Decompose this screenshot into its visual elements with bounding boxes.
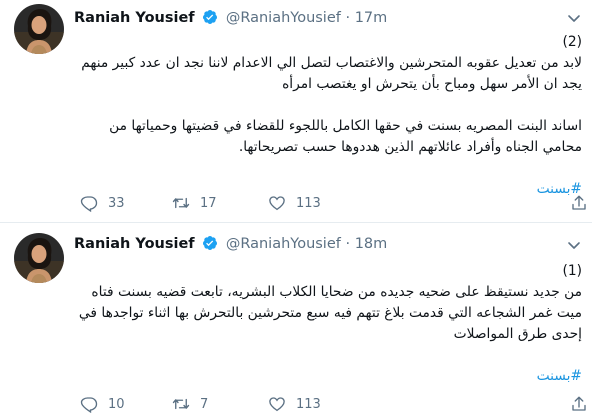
separator: · bbox=[345, 236, 351, 252]
share-icon bbox=[572, 396, 586, 411]
like-count: 113 bbox=[296, 195, 321, 211]
tweet-header: Raniah Yousief @RaniahYousief · 17m bbox=[74, 9, 387, 26]
verified-icon bbox=[202, 235, 218, 251]
like-icon bbox=[269, 397, 285, 412]
reply-button[interactable]: 33 bbox=[80, 192, 125, 214]
handle[interactable]: @RaniahYousief bbox=[226, 236, 341, 252]
verified-icon bbox=[202, 9, 218, 25]
retweet-count: 17 bbox=[200, 195, 217, 211]
avatar[interactable] bbox=[14, 4, 64, 54]
retweet-button[interactable]: 17 bbox=[172, 192, 217, 214]
retweet-button[interactable]: 7 bbox=[172, 393, 208, 415]
share-button[interactable] bbox=[570, 393, 588, 415]
share-button[interactable] bbox=[570, 192, 588, 214]
reply-icon bbox=[80, 397, 98, 413]
tweet[interactable]: Raniah Yousief @RaniahYousief · 17m (2) … bbox=[0, 0, 592, 222]
tweet-text-content: (1) من جديد نستيقظ على ضحيه جديده من ضحا… bbox=[78, 263, 582, 342]
reply-count: 10 bbox=[108, 396, 125, 412]
reply-count: 33 bbox=[108, 195, 125, 211]
display-name[interactable]: Raniah Yousief bbox=[74, 10, 195, 26]
separator: · bbox=[345, 10, 351, 26]
share-icon bbox=[572, 195, 586, 210]
retweet-count: 7 bbox=[200, 396, 209, 412]
reply-button[interactable]: 10 bbox=[80, 393, 125, 415]
like-count: 113 bbox=[296, 396, 321, 412]
tweet-text: (2) لابد من تعديل عقوبه المتحرشين والاغت… bbox=[74, 32, 582, 200]
handle[interactable]: @RaniahYousief bbox=[226, 10, 341, 26]
tweet-text: (1) من جديد نستيقظ على ضحيه جديده من ضحا… bbox=[74, 261, 582, 387]
tweet-actions: 33 17 113 bbox=[80, 192, 586, 214]
hashtag-link[interactable]: #بسنت bbox=[537, 368, 582, 384]
timestamp[interactable]: 17m bbox=[355, 10, 388, 26]
chevron-down-icon[interactable] bbox=[566, 10, 582, 26]
timestamp[interactable]: 18m bbox=[355, 236, 388, 252]
retweet-icon bbox=[172, 197, 190, 209]
tweet[interactable]: Raniah Yousief @RaniahYousief · 18m (1) … bbox=[0, 222, 592, 420]
display-name[interactable]: Raniah Yousief bbox=[74, 236, 195, 252]
like-button[interactable]: 113 bbox=[268, 192, 321, 214]
retweet-icon bbox=[172, 398, 190, 410]
tweet-actions: 10 7 113 bbox=[80, 393, 586, 415]
like-button[interactable]: 113 bbox=[268, 393, 321, 415]
like-icon bbox=[269, 196, 285, 211]
avatar[interactable] bbox=[14, 233, 64, 283]
chevron-down-icon[interactable] bbox=[566, 237, 582, 253]
tweet-text-content: (2) لابد من تعديل عقوبه المتحرشين والاغت… bbox=[81, 34, 582, 155]
reply-icon bbox=[80, 196, 98, 212]
tweet-header: Raniah Yousief @RaniahYousief · 18m bbox=[74, 235, 387, 252]
